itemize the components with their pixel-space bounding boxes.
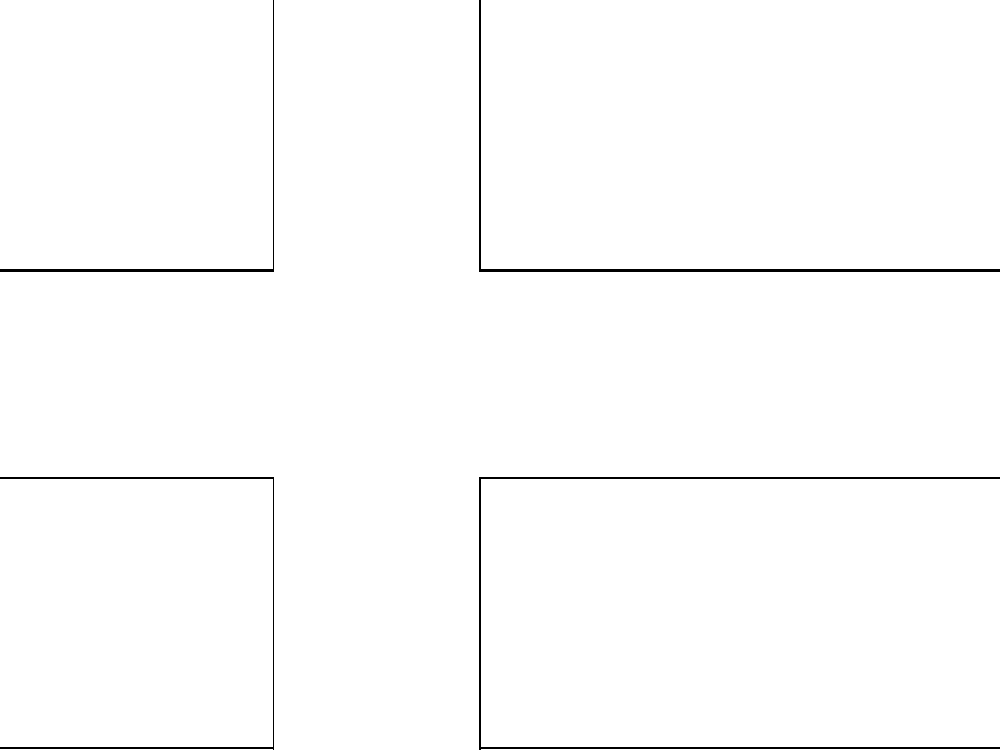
lower-right-left-edge: [479, 477, 481, 750]
lower-left-top-edge: [0, 477, 274, 479]
lower-right-top-edge: [479, 477, 1000, 479]
lower-right-bottom-edge: [479, 747, 1000, 749]
upper-left-right-edge: [273, 0, 274, 272]
upper-right-left-edge: [479, 0, 481, 272]
upper-right-bottom-edge: [479, 269, 1000, 272]
cross-grid-canvas: [0, 0, 1000, 750]
lower-left-right-edge: [273, 477, 274, 750]
upper-left-bottom-edge: [0, 269, 274, 272]
lower-left-bottom-edge: [0, 747, 274, 749]
